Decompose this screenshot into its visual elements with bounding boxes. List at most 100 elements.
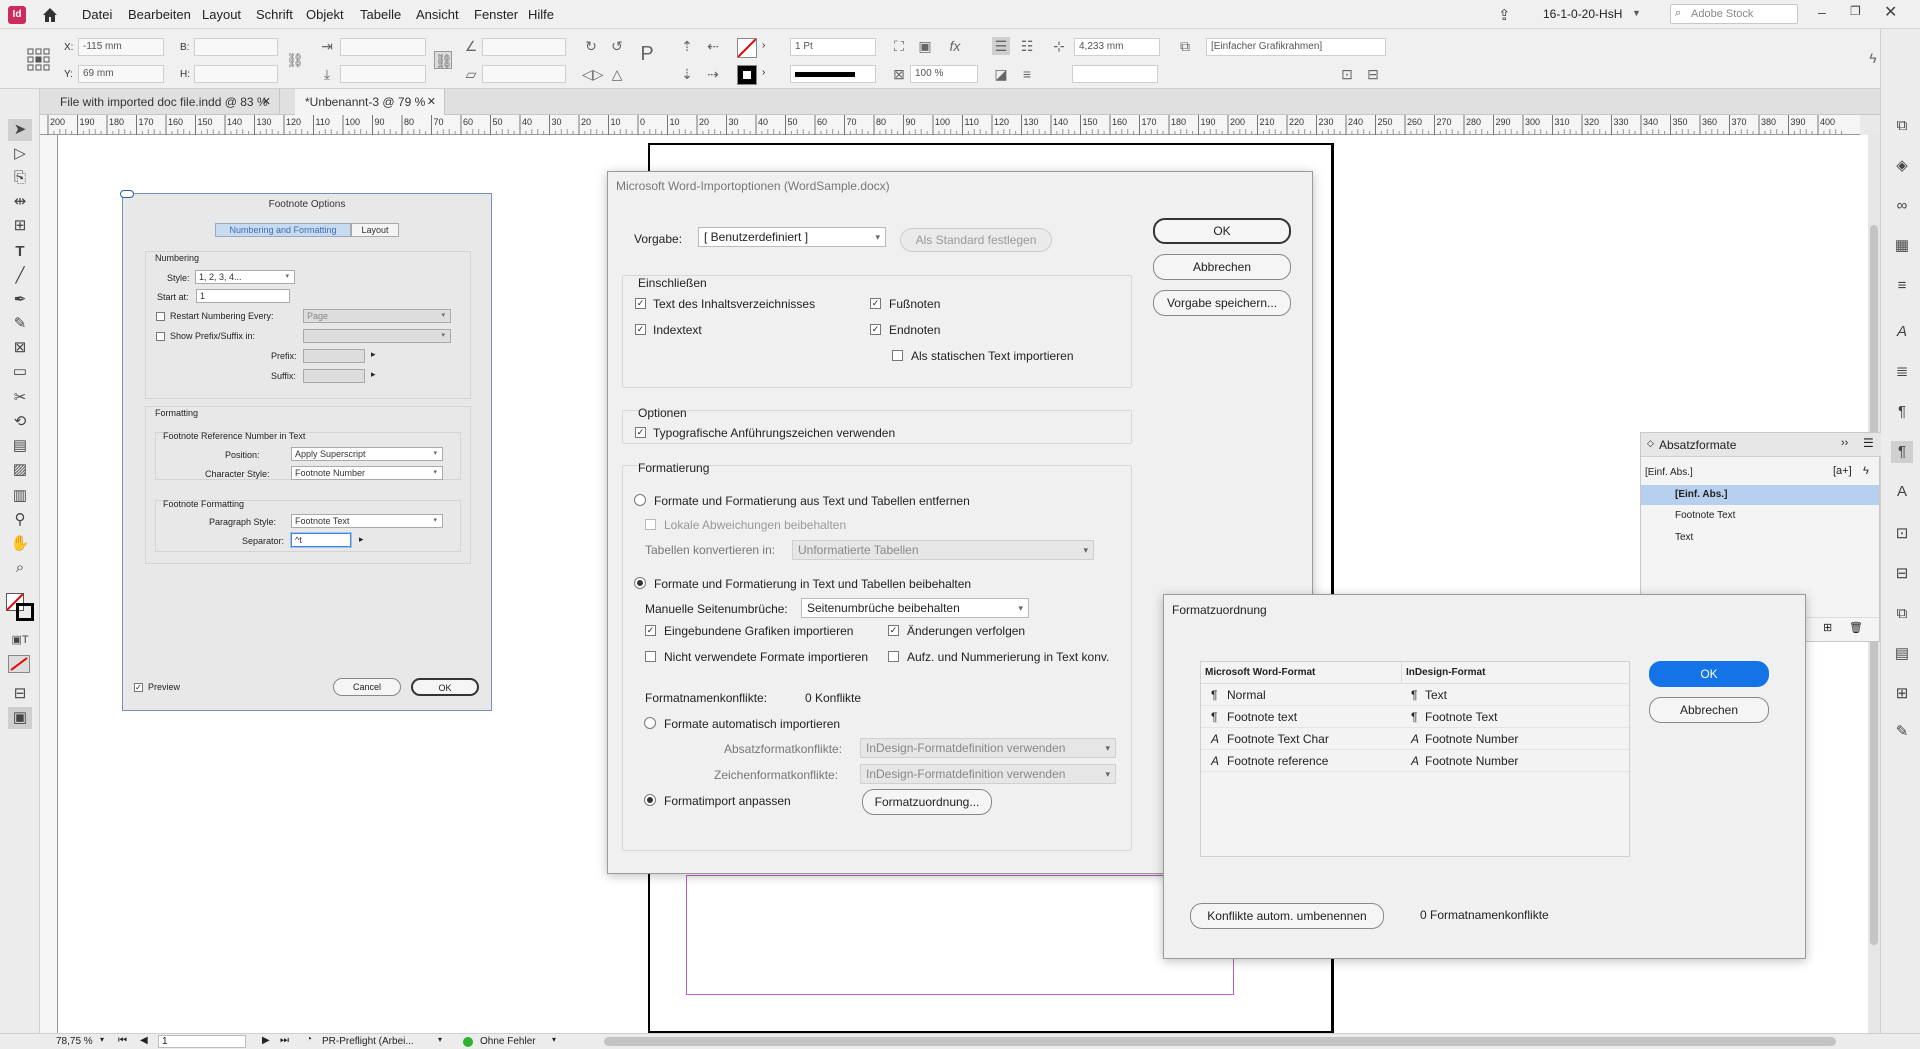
convert-tables-select[interactable]: Unformatierte Tabellen ▾ xyxy=(792,540,1094,560)
menu-fenster[interactable]: Fenster xyxy=(474,7,518,22)
suffix-arrow-icon[interactable]: ▸ xyxy=(371,369,376,380)
chevron-down-icon[interactable]: ▾ xyxy=(100,1035,104,1044)
note-tool-icon[interactable]: ▥ xyxy=(8,485,32,507)
restart-numbering-checkbox[interactable] xyxy=(156,312,165,321)
character-panel-icon[interactable]: A xyxy=(1891,321,1913,343)
gradient-tool-icon[interactable]: ▤ xyxy=(8,435,32,457)
wrap-jump-icon[interactable]: ≡ xyxy=(1018,65,1036,83)
flip-horizontal-icon[interactable]: ◁▷ xyxy=(582,65,604,83)
table-row[interactable]: ¶ Normal ¶ Text xyxy=(1201,684,1629,706)
char-conflicts-select[interactable]: InDesign-Formatdefinition verwenden ▾ xyxy=(860,764,1116,784)
new-style-icon[interactable]: ⊞ xyxy=(1823,621,1832,634)
prefix-arrow-icon[interactable]: ▸ xyxy=(371,349,376,360)
indesign-style[interactable]: Text xyxy=(1425,688,1447,702)
tab-layout[interactable]: Layout xyxy=(351,223,399,237)
tab-document-1[interactable]: File with imported doc file.indd @ 83 % … xyxy=(50,89,280,115)
cell-styles-panel-icon[interactable]: ⧉ xyxy=(1891,603,1913,625)
indesign-style[interactable]: Footnote Number xyxy=(1425,732,1518,746)
vertical-ruler[interactable] xyxy=(40,135,58,1033)
paragraph-panel-icon[interactable]: ≣ xyxy=(1891,361,1913,383)
line-tool-icon[interactable]: ╱ xyxy=(8,265,32,287)
workspace-switcher[interactable]: 16-1-0-20-HsH xyxy=(1543,7,1622,21)
list-item[interactable]: [Einf. Abs.] xyxy=(1641,485,1879,505)
horizontal-scrollbar[interactable] xyxy=(604,1037,1836,1046)
cancel-button[interactable]: Abbrechen xyxy=(1153,254,1291,280)
page-breaks-select[interactable]: Seitenumbrüche beibehalten ▾ xyxy=(801,598,1029,618)
close-tab-icon[interactable]: ✕ xyxy=(262,89,271,115)
free-transform-tool-icon[interactable]: ⟲ xyxy=(8,411,32,433)
swatches-panel-icon[interactable]: ▤ xyxy=(1891,643,1913,665)
preview-checkbox[interactable]: ✓ xyxy=(134,683,143,692)
preview-mode-icon[interactable]: ▣ xyxy=(8,707,32,729)
keep-local-checkbox[interactable] xyxy=(645,519,656,530)
restart-every-select[interactable]: Page ▾ xyxy=(303,309,451,323)
shear-field[interactable] xyxy=(482,65,566,83)
inline-graphics-checkbox[interactable]: ✓ xyxy=(645,625,656,636)
pages-panel-icon[interactable]: ⧉ xyxy=(1891,115,1913,137)
stroke-panel-icon[interactable]: ▦ xyxy=(1891,235,1913,257)
rotate-angle-icon[interactable]: ∠ xyxy=(462,37,480,55)
menu-bearbeiten[interactable]: Bearbeiten xyxy=(128,7,191,22)
frame-style-icon[interactable]: ⧉ xyxy=(1176,37,1194,55)
first-page-icon[interactable]: ⏮ xyxy=(118,1035,127,1046)
offset-field[interactable]: 4,233 mm xyxy=(1074,38,1160,56)
page-tool-icon[interactable]: ⎘ xyxy=(8,167,32,189)
screen-mode-icon[interactable]: ⊟ xyxy=(8,683,32,705)
adobe-stock-search[interactable]: ⌕ Adobe Stock xyxy=(1670,4,1798,24)
rotate-ccw-icon[interactable]: ↺ xyxy=(608,37,626,55)
ok-button[interactable]: OK xyxy=(1153,218,1291,244)
minimize-icon[interactable]: – xyxy=(1818,4,1826,20)
endnotes-checkbox[interactable]: ✓ xyxy=(870,324,881,335)
direct-selection-tool-icon[interactable]: ▷ xyxy=(8,143,32,165)
clear-overrides-icon[interactable]: ⊡ xyxy=(1338,65,1356,83)
auto-import-radio[interactable] xyxy=(644,717,656,729)
constrain-proportions-icon[interactable]: ⛓ xyxy=(286,51,304,69)
stroke-color-icon[interactable] xyxy=(16,603,34,621)
menu-objekt[interactable]: Objekt xyxy=(306,7,344,22)
home-icon[interactable] xyxy=(40,5,60,25)
table-row[interactable]: A Footnote Text Char A Footnote Number xyxy=(1201,728,1629,750)
track-changes-checkbox[interactable]: ✓ xyxy=(888,625,899,636)
page-number-field[interactable]: 1 xyxy=(158,1035,246,1048)
next-page-icon[interactable]: ▶ xyxy=(262,1035,270,1046)
links-panel-icon[interactable]: ∞ xyxy=(1891,195,1913,217)
list-item[interactable]: Footnote Text xyxy=(1641,507,1879,525)
object-style-select[interactable]: [Einfacher Grafikrahmen] xyxy=(1206,38,1386,56)
menu-hilfe[interactable]: Hilfe xyxy=(528,7,554,22)
footnotes-checkbox[interactable]: ✓ xyxy=(870,298,881,309)
menu-tabelle[interactable]: Tabelle xyxy=(360,7,401,22)
opacity-icon[interactable]: ⊠ xyxy=(890,65,908,83)
fill-dropdown-icon[interactable]: › xyxy=(762,40,765,51)
menu-schrift[interactable]: Schrift xyxy=(256,7,293,22)
menu-ansicht[interactable]: Ansicht xyxy=(416,7,459,22)
gradient-feather-tool-icon[interactable]: ▨ xyxy=(8,459,32,481)
start-at-field[interactable]: 1 xyxy=(196,289,290,303)
gradient-panel-icon[interactable]: ⊞ xyxy=(1891,683,1913,705)
bullets-to-text-checkbox[interactable] xyxy=(888,651,899,662)
rotate-cw-icon[interactable]: ↻ xyxy=(582,37,600,55)
chevron-down-icon[interactable]: ▾ xyxy=(438,1035,442,1044)
remove-formats-radio[interactable] xyxy=(634,494,646,506)
set-default-button[interactable]: Als Standard festlegen xyxy=(900,228,1052,252)
shear-angle-icon[interactable]: ▱ xyxy=(462,65,480,83)
numbering-style-select[interactable]: 1, 2, 3, 4... ▾ xyxy=(195,270,295,284)
table-row[interactable]: ¶ Footnote text ¶ Footnote Text xyxy=(1201,706,1629,728)
x-position-field[interactable]: -115 mm xyxy=(78,38,164,56)
mapping-cancel-button[interactable]: Abbrechen xyxy=(1649,697,1769,723)
horizontal-ruler[interactable]: 200 190 180 170 160 150 140 130 120 110 100 90 80 70 6… xyxy=(40,115,1860,135)
reference-point-icon[interactable] xyxy=(26,47,52,73)
table-row[interactable]: A Footnote reference A Footnote Number xyxy=(1201,750,1629,772)
flip-vertical-icon[interactable]: △ xyxy=(608,65,626,83)
scissors-tool-icon[interactable]: ✂ xyxy=(8,387,32,409)
separator-field[interactable]: ^t xyxy=(291,533,351,547)
apply-none-icon[interactable] xyxy=(8,655,30,673)
panel-menu-icon[interactable]: ☰ xyxy=(1863,436,1874,450)
close-window-icon[interactable]: ✕ xyxy=(1884,2,1897,22)
scale-x-icon[interactable]: ⇥ xyxy=(318,37,336,55)
paragraph-style-select[interactable]: Footnote Text ▾ xyxy=(291,514,443,528)
effects-icon[interactable]: fx xyxy=(946,37,964,55)
rotation-field[interactable] xyxy=(482,38,566,56)
close-tab-icon[interactable]: ✕ xyxy=(427,89,436,115)
mapping-ok-button[interactable]: OK xyxy=(1649,661,1769,687)
stroke-type-select[interactable] xyxy=(790,65,876,83)
